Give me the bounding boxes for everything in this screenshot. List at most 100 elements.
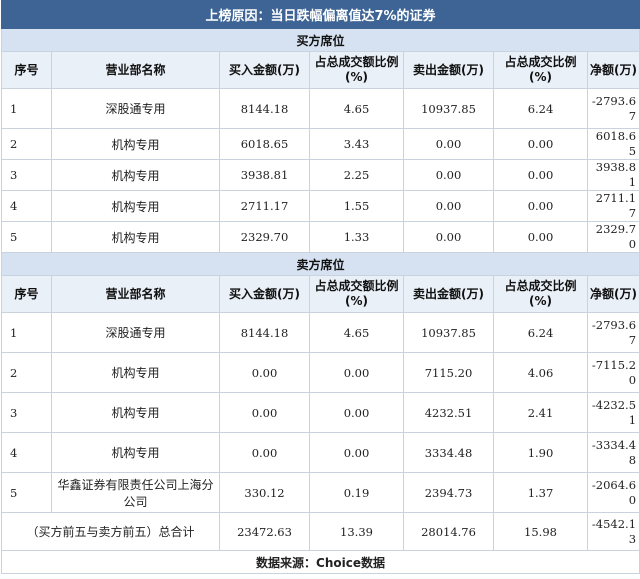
total-buy-ratio: 13.39 (309, 512, 404, 551)
cell-sell-ratio: 2.41 (493, 392, 588, 433)
cell-net-amount: -2793.67 (586, 312, 640, 353)
total-sell-ratio: 15.98 (493, 512, 588, 551)
total-net-amount: -4542.13 (586, 512, 640, 551)
sell-header-row: 序号 营业部名称 买入金额(万) 占总成交额比例(%) 卖出金额(万) 占总成交… (1, 275, 640, 313)
cell-buy-amount: 0.00 (219, 392, 310, 433)
cell-buy-amount: 8144.18 (219, 312, 310, 353)
cell-net-amount: -2793.67 (586, 88, 640, 129)
cell-buy-amount: 0.00 (219, 352, 310, 393)
cell-sell-ratio: 0.00 (493, 128, 588, 160)
cell-branch-name: 机构专用 (51, 159, 220, 191)
header-branch-name: 营业部名称 (51, 51, 220, 89)
cell-branch-name: 机构专用 (51, 392, 220, 433)
cell-sell-amount: 10937.85 (403, 312, 494, 353)
dragon-tiger-table: 上榜原因：当日跌幅偏离值达7%的证券 买方席位 序号 营业部名称 买入金额(万)… (0, 0, 640, 574)
cell-sell-ratio: 0.00 (493, 159, 588, 191)
cell-buy-amount: 3938.81 (219, 159, 310, 191)
cell-index: 1 (1, 88, 52, 129)
cell-index: 3 (1, 392, 52, 433)
header-buy-amount: 买入金额(万) (219, 275, 310, 313)
header-net-amount: 净额(万) (586, 275, 640, 313)
cell-sell-amount: 0.00 (403, 159, 494, 191)
cell-buy-amount: 2711.17 (219, 190, 310, 222)
cell-net-amount: 2329.70 (586, 221, 640, 253)
cell-net-amount: -3334.48 (586, 432, 640, 473)
cell-branch-name: 机构专用 (51, 221, 220, 253)
header-branch-name: 营业部名称 (51, 275, 220, 313)
cell-net-amount: 3938.81 (586, 159, 640, 191)
data-source-footer: 数据来源：Choice数据 (0, 550, 640, 574)
table-row: 5 华鑫证券有限责任公司上海分公司 330.12 0.19 2394.73 1.37 -20… (1, 472, 640, 513)
cell-buy-ratio: 0.00 (309, 392, 404, 433)
cell-sell-ratio: 1.90 (493, 432, 588, 473)
header-buy-ratio: 占总成交额比例(%) (309, 51, 404, 89)
header-buy-amount: 买入金额(万) (219, 51, 310, 89)
cell-net-amount: 6018.65 (586, 128, 640, 160)
table-row: 3 机构专用 0.00 0.00 4232.51 2.41 -4232.51 (1, 392, 640, 433)
cell-net-amount: 2711.17 (586, 190, 640, 222)
cell-buy-ratio: 3.43 (309, 128, 404, 160)
cell-buy-amount: 330.12 (219, 472, 310, 513)
cell-sell-ratio: 0.00 (493, 221, 588, 253)
cell-sell-ratio: 6.24 (493, 88, 588, 129)
cell-sell-amount: 10937.85 (403, 88, 494, 129)
cell-branch-name: 深股通专用 (51, 312, 220, 353)
header-index: 序号 (1, 275, 52, 313)
cell-sell-amount: 7115.20 (403, 352, 494, 393)
cell-sell-ratio: 4.06 (493, 352, 588, 393)
cell-net-amount: -7115.20 (586, 352, 640, 393)
cell-sell-ratio: 1.37 (493, 472, 588, 513)
cell-buy-amount: 0.00 (219, 432, 310, 473)
cell-sell-ratio: 6.24 (493, 312, 588, 353)
cell-branch-name: 机构专用 (51, 432, 220, 473)
cell-index: 2 (1, 352, 52, 393)
cell-branch-name: 深股通专用 (51, 88, 220, 129)
cell-branch-name: 华鑫证券有限责任公司上海分公司 (51, 472, 220, 513)
header-index: 序号 (1, 51, 52, 89)
cell-buy-amount: 6018.65 (219, 128, 310, 160)
header-sell-ratio: 占总成交比例(%) (493, 51, 588, 89)
buy-section-title: 买方席位 (0, 28, 640, 52)
cell-sell-ratio: 0.00 (493, 190, 588, 222)
table-row: 5 机构专用 2329.70 1.33 0.00 0.00 2329.70 (1, 221, 640, 253)
table-row: 1 深股通专用 8144.18 4.65 10937.85 6.24 -2793.67 (1, 88, 640, 129)
cell-index: 3 (1, 159, 52, 191)
sell-rows: 1 深股通专用 8144.18 4.65 10937.85 6.24 -2793.67 2 机构… (1, 312, 640, 513)
header-sell-ratio: 占总成交比例(%) (493, 275, 588, 313)
table-title: 上榜原因：当日跌幅偏离值达7%的证券 (0, 0, 640, 29)
cell-buy-ratio: 4.65 (309, 88, 404, 129)
cell-buy-amount: 8144.18 (219, 88, 310, 129)
cell-sell-amount: 0.00 (403, 221, 494, 253)
cell-buy-ratio: 0.00 (309, 432, 404, 473)
cell-sell-amount: 0.00 (403, 190, 494, 222)
sell-section-title: 卖方席位 (0, 252, 640, 276)
buy-rows: 1 深股通专用 8144.18 4.65 10937.85 6.24 -2793.67 2 机构… (1, 88, 640, 253)
cell-buy-ratio: 1.33 (309, 221, 404, 253)
cell-sell-amount: 3334.48 (403, 432, 494, 473)
table-row: 4 机构专用 0.00 0.00 3334.48 1.90 -3334.48 (1, 432, 640, 473)
cell-index: 4 (1, 190, 52, 222)
cell-net-amount: -4232.51 (586, 392, 640, 433)
cell-buy-amount: 2329.70 (219, 221, 310, 253)
total-sell-amount: 28014.76 (403, 512, 494, 551)
header-sell-amount: 卖出金额(万) (403, 51, 494, 89)
cell-buy-ratio: 0.00 (309, 352, 404, 393)
header-net-amount: 净额(万) (586, 51, 640, 89)
cell-branch-name: 机构专用 (51, 190, 220, 222)
table-row: 1 深股通专用 8144.18 4.65 10937.85 6.24 -2793.67 (1, 312, 640, 353)
cell-sell-amount: 2394.73 (403, 472, 494, 513)
header-buy-ratio: 占总成交额比例(%) (309, 275, 404, 313)
cell-index: 1 (1, 312, 52, 353)
cell-index: 4 (1, 432, 52, 473)
cell-index: 5 (1, 221, 52, 253)
cell-buy-ratio: 2.25 (309, 159, 404, 191)
cell-index: 2 (1, 128, 52, 160)
cell-branch-name: 机构专用 (51, 352, 220, 393)
buy-header-row: 序号 营业部名称 买入金额(万) 占总成交额比例(%) 卖出金额(万) 占总成交… (1, 51, 640, 89)
header-sell-amount: 卖出金额(万) (403, 275, 494, 313)
table-row: 4 机构专用 2711.17 1.55 0.00 0.00 2711.17 (1, 190, 640, 222)
lhb-table-container: 上榜原因：当日跌幅偏离值达7%的证券 买方席位 序号 营业部名称 买入金额(万)… (0, 0, 640, 574)
total-label: （买方前五与卖方前五）总合计 (1, 512, 220, 551)
table-row: 2 机构专用 6018.65 3.43 0.00 0.00 6018.65 (1, 128, 640, 160)
cell-sell-amount: 4232.51 (403, 392, 494, 433)
